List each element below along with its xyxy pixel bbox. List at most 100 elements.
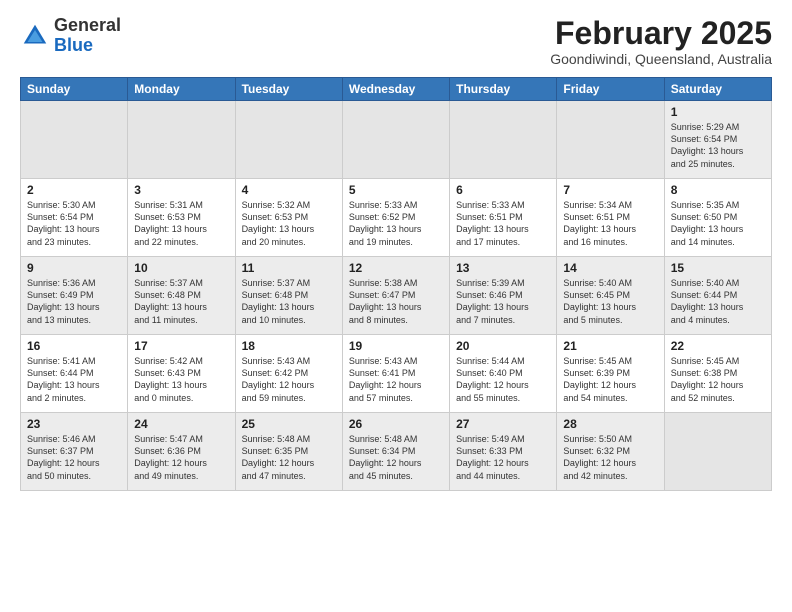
day-info: Sunrise: 5:30 AM Sunset: 6:54 PM Dayligh…: [27, 199, 121, 248]
calendar-header-row: SundayMondayTuesdayWednesdayThursdayFrid…: [21, 78, 772, 101]
calendar-header-tuesday: Tuesday: [235, 78, 342, 101]
calendar-cell: 18 Sunrise: 5:43 AM Sunset: 6:42 PM Dayli…: [235, 335, 342, 413]
day-number: 20: [456, 339, 550, 353]
day-number: 16: [27, 339, 121, 353]
calendar-cell: [664, 413, 771, 491]
calendar-cell: 9 Sunrise: 5:36 AM Sunset: 6:49 PM Daylig…: [21, 257, 128, 335]
calendar-week-1: 2 Sunrise: 5:30 AM Sunset: 6:54 PM Daylig…: [21, 179, 772, 257]
day-info: Sunrise: 5:31 AM Sunset: 6:53 PM Dayligh…: [134, 199, 228, 248]
day-number: 5: [349, 183, 443, 197]
calendar-cell: 26 Sunrise: 5:48 AM Sunset: 6:34 PM Dayli…: [342, 413, 449, 491]
calendar-cell: 17 Sunrise: 5:42 AM Sunset: 6:43 PM Dayli…: [128, 335, 235, 413]
day-number: 21: [563, 339, 657, 353]
calendar-cell: [235, 101, 342, 179]
calendar-header-sunday: Sunday: [21, 78, 128, 101]
calendar-cell: 5 Sunrise: 5:33 AM Sunset: 6:52 PM Daylig…: [342, 179, 449, 257]
day-number: 8: [671, 183, 765, 197]
calendar-cell: [128, 101, 235, 179]
day-number: 11: [242, 261, 336, 275]
calendar-cell: 2 Sunrise: 5:30 AM Sunset: 6:54 PM Daylig…: [21, 179, 128, 257]
day-info: Sunrise: 5:45 AM Sunset: 6:38 PM Dayligh…: [671, 355, 765, 404]
day-info: Sunrise: 5:36 AM Sunset: 6:49 PM Dayligh…: [27, 277, 121, 326]
day-number: 25: [242, 417, 336, 431]
location: Goondiwindi, Queensland, Australia: [550, 51, 772, 67]
day-info: Sunrise: 5:46 AM Sunset: 6:37 PM Dayligh…: [27, 433, 121, 482]
day-info: Sunrise: 5:48 AM Sunset: 6:35 PM Dayligh…: [242, 433, 336, 482]
day-number: 9: [27, 261, 121, 275]
header: General Blue February 2025 Goondiwindi, …: [20, 16, 772, 67]
day-info: Sunrise: 5:41 AM Sunset: 6:44 PM Dayligh…: [27, 355, 121, 404]
day-info: Sunrise: 5:33 AM Sunset: 6:51 PM Dayligh…: [456, 199, 550, 248]
calendar: SundayMondayTuesdayWednesdayThursdayFrid…: [20, 77, 772, 491]
calendar-cell: 12 Sunrise: 5:38 AM Sunset: 6:47 PM Dayli…: [342, 257, 449, 335]
day-number: 1: [671, 105, 765, 119]
title-block: February 2025 Goondiwindi, Queensland, A…: [550, 16, 772, 67]
calendar-cell: [342, 101, 449, 179]
day-info: Sunrise: 5:47 AM Sunset: 6:36 PM Dayligh…: [134, 433, 228, 482]
calendar-cell: 23 Sunrise: 5:46 AM Sunset: 6:37 PM Dayli…: [21, 413, 128, 491]
calendar-cell: 24 Sunrise: 5:47 AM Sunset: 6:36 PM Dayli…: [128, 413, 235, 491]
day-info: Sunrise: 5:49 AM Sunset: 6:33 PM Dayligh…: [456, 433, 550, 482]
day-number: 24: [134, 417, 228, 431]
calendar-cell: 7 Sunrise: 5:34 AM Sunset: 6:51 PM Daylig…: [557, 179, 664, 257]
calendar-week-4: 23 Sunrise: 5:46 AM Sunset: 6:37 PM Dayli…: [21, 413, 772, 491]
calendar-cell: 25 Sunrise: 5:48 AM Sunset: 6:35 PM Dayli…: [235, 413, 342, 491]
calendar-header-monday: Monday: [128, 78, 235, 101]
day-number: 26: [349, 417, 443, 431]
logo-blue: Blue: [54, 36, 121, 56]
day-number: 22: [671, 339, 765, 353]
calendar-cell: 11 Sunrise: 5:37 AM Sunset: 6:48 PM Dayli…: [235, 257, 342, 335]
day-number: 2: [27, 183, 121, 197]
day-info: Sunrise: 5:37 AM Sunset: 6:48 PM Dayligh…: [134, 277, 228, 326]
calendar-cell: 8 Sunrise: 5:35 AM Sunset: 6:50 PM Daylig…: [664, 179, 771, 257]
logo-text: General Blue: [54, 16, 121, 56]
calendar-cell: 4Sunrise: 5:32 AM Sunset: 6:53 PM Daylig…: [235, 179, 342, 257]
day-number: 14: [563, 261, 657, 275]
day-info: Sunrise: 5:32 AM Sunset: 6:53 PM Dayligh…: [242, 199, 336, 248]
day-number: 3: [134, 183, 228, 197]
calendar-cell: [557, 101, 664, 179]
day-info: Sunrise: 5:35 AM Sunset: 6:50 PM Dayligh…: [671, 199, 765, 248]
day-number: 12: [349, 261, 443, 275]
day-info: Sunrise: 5:45 AM Sunset: 6:39 PM Dayligh…: [563, 355, 657, 404]
calendar-cell: 21 Sunrise: 5:45 AM Sunset: 6:39 PM Dayli…: [557, 335, 664, 413]
day-info: Sunrise: 5:48 AM Sunset: 6:34 PM Dayligh…: [349, 433, 443, 482]
calendar-cell: 14Sunrise: 5:40 AM Sunset: 6:45 PM Dayli…: [557, 257, 664, 335]
day-info: Sunrise: 5:38 AM Sunset: 6:47 PM Dayligh…: [349, 277, 443, 326]
day-info: Sunrise: 5:42 AM Sunset: 6:43 PM Dayligh…: [134, 355, 228, 404]
day-number: 23: [27, 417, 121, 431]
day-info: Sunrise: 5:37 AM Sunset: 6:48 PM Dayligh…: [242, 277, 336, 326]
day-info: Sunrise: 5:43 AM Sunset: 6:41 PM Dayligh…: [349, 355, 443, 404]
day-info: Sunrise: 5:29 AM Sunset: 6:54 PM Dayligh…: [671, 121, 765, 170]
day-info: Sunrise: 5:33 AM Sunset: 6:52 PM Dayligh…: [349, 199, 443, 248]
day-number: 10: [134, 261, 228, 275]
calendar-cell: 3 Sunrise: 5:31 AM Sunset: 6:53 PM Daylig…: [128, 179, 235, 257]
day-info: Sunrise: 5:43 AM Sunset: 6:42 PM Dayligh…: [242, 355, 336, 404]
calendar-cell: 10 Sunrise: 5:37 AM Sunset: 6:48 PM Dayli…: [128, 257, 235, 335]
calendar-week-0: 1 Sunrise: 5:29 AM Sunset: 6:54 PM Daylig…: [21, 101, 772, 179]
day-number: 6: [456, 183, 550, 197]
day-info: Sunrise: 5:34 AM Sunset: 6:51 PM Dayligh…: [563, 199, 657, 248]
day-info: Sunrise: 5:40 AM Sunset: 6:44 PM Dayligh…: [671, 277, 765, 326]
calendar-header-thursday: Thursday: [450, 78, 557, 101]
calendar-cell: 28 Sunrise: 5:50 AM Sunset: 6:32 PM Dayli…: [557, 413, 664, 491]
day-number: 28: [563, 417, 657, 431]
day-number: 17: [134, 339, 228, 353]
calendar-week-3: 16 Sunrise: 5:41 AM Sunset: 6:44 PM Dayli…: [21, 335, 772, 413]
month-title: February 2025: [550, 16, 772, 51]
calendar-header-friday: Friday: [557, 78, 664, 101]
day-number: 7: [563, 183, 657, 197]
calendar-cell: 1 Sunrise: 5:29 AM Sunset: 6:54 PM Daylig…: [664, 101, 771, 179]
day-number: 18: [242, 339, 336, 353]
logo: General Blue: [20, 16, 121, 56]
day-number: 27: [456, 417, 550, 431]
day-number: 13: [456, 261, 550, 275]
day-info: Sunrise: 5:50 AM Sunset: 6:32 PM Dayligh…: [563, 433, 657, 482]
calendar-cell: 6 Sunrise: 5:33 AM Sunset: 6:51 PM Daylig…: [450, 179, 557, 257]
calendar-cell: 22 Sunrise: 5:45 AM Sunset: 6:38 PM Dayli…: [664, 335, 771, 413]
calendar-week-2: 9 Sunrise: 5:36 AM Sunset: 6:49 PM Daylig…: [21, 257, 772, 335]
day-number: 19: [349, 339, 443, 353]
logo-general: General: [54, 16, 121, 36]
page: General Blue February 2025 Goondiwindi, …: [0, 0, 792, 612]
day-info: Sunrise: 5:44 AM Sunset: 6:40 PM Dayligh…: [456, 355, 550, 404]
